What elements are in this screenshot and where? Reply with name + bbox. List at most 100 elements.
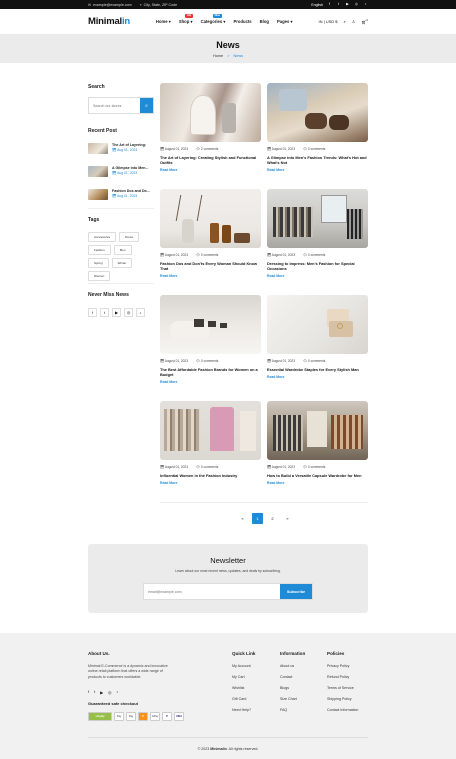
- pagination-next[interactable]: »: [282, 513, 293, 524]
- footer-link-blogs[interactable]: Blogs: [280, 686, 289, 690]
- tag-winter[interactable]: Winter: [111, 258, 133, 268]
- post-title[interactable]: Essential Wardrobe Staples for Every Sty…: [267, 367, 368, 372]
- currency-select[interactable]: IN | USD $: [318, 19, 337, 24]
- email-info[interactable]: ✉ example@example.com: [88, 3, 132, 7]
- read-more-link[interactable]: Read More: [267, 481, 368, 485]
- tiktok-icon[interactable]: ♪: [116, 690, 118, 695]
- tiktok-icon[interactable]: ♪: [363, 2, 368, 7]
- read-more-link[interactable]: Read More: [160, 380, 261, 384]
- calendar-icon: 📅︎ August 01, 2023: [267, 465, 295, 469]
- read-more-link[interactable]: Read More: [160, 274, 261, 278]
- footer-link-wishlist[interactable]: Wishlist: [232, 686, 244, 690]
- tag-accessories[interactable]: Accessories: [88, 232, 117, 242]
- twitter-icon[interactable]: t: [94, 690, 95, 695]
- footer-link-gift-card[interactable]: Gift Card: [232, 697, 246, 701]
- post-image[interactable]: [160, 189, 261, 248]
- post-image[interactable]: [267, 401, 368, 460]
- youtube-icon[interactable]: ▶: [100, 690, 103, 695]
- tiktok-icon[interactable]: ♪: [136, 308, 145, 317]
- page-banner: News Home > News: [0, 34, 456, 63]
- footer-link-faq[interactable]: FAQ: [280, 708, 287, 712]
- post-comments: 0 comments: [200, 253, 219, 257]
- instagram-icon[interactable]: ◎: [108, 690, 111, 695]
- recent-post-item[interactable]: A Glimpse into Men... 📅︎ Aug 01, 2023: [88, 166, 154, 177]
- recent-post-item[interactable]: The Art of Layering: 📅︎ Aug 01, 2023: [88, 143, 154, 154]
- post-date: August 01, 2023: [271, 359, 295, 363]
- calendar-icon: 📅︎ August 01, 2023: [267, 147, 295, 151]
- post-title[interactable]: A Glimpse into Men's Fashion Trends: Wha…: [267, 155, 368, 165]
- tag-spring[interactable]: Spring: [88, 258, 109, 268]
- footer-link-shipping-policy[interactable]: Shipping Policy: [327, 697, 352, 701]
- footer-link-contact-information[interactable]: Contact Information: [327, 708, 358, 712]
- nav-blog[interactable]: Blog: [260, 19, 269, 24]
- read-more-link[interactable]: Read More: [267, 168, 368, 172]
- post-title[interactable]: How to Build a Versatile Capsule Wardrob…: [267, 473, 368, 478]
- footer-link-my-account[interactable]: My Account: [232, 664, 251, 668]
- language-select[interactable]: English: [311, 3, 323, 7]
- cart-icon[interactable]: 🛒︎0: [361, 18, 368, 24]
- read-more-link[interactable]: Read More: [160, 168, 261, 172]
- tag-women[interactable]: Women: [88, 271, 111, 281]
- search-icon[interactable]: ⌕: [344, 19, 346, 24]
- footer-link-about-us[interactable]: About us: [280, 664, 294, 668]
- footer-about-heading: About Us.: [88, 651, 110, 656]
- post-image[interactable]: [160, 83, 261, 142]
- read-more-link[interactable]: Read More: [267, 274, 368, 278]
- post-title[interactable]: Fashion Dos and Don'ts Every Woman Shoul…: [160, 261, 261, 271]
- tag-fashion[interactable]: Fashion: [88, 245, 111, 255]
- facebook-icon[interactable]: f: [327, 2, 332, 7]
- newsletter-title: Newsletter: [210, 556, 246, 565]
- post-image[interactable]: [267, 295, 368, 354]
- post-title[interactable]: The Best Affordable Fashion Brands for W…: [160, 367, 261, 377]
- footer-link-terms-of-service[interactable]: Terms of Service: [327, 686, 354, 690]
- footer-link-contact[interactable]: Contact: [280, 675, 292, 679]
- comment-icon: 💬︎ 0 comments: [302, 147, 326, 151]
- post-title[interactable]: The Art of Layering: Creating Stylish an…: [160, 155, 261, 165]
- nav-pages[interactable]: Pages ▾: [277, 19, 293, 24]
- tag-men[interactable]: Men: [113, 245, 132, 255]
- read-more-link[interactable]: Read More: [160, 481, 261, 485]
- breadcrumb: Home > News: [0, 54, 456, 58]
- tag-dress[interactable]: Dress: [119, 232, 140, 242]
- post-meta: 📅︎ August 01, 2023 💬︎ 0 comments: [267, 465, 368, 469]
- post-meta: 📅︎ August 01, 2023 💬︎ 0 comments: [160, 359, 261, 363]
- nav-shop[interactable]: Shop ▾ Hot: [179, 14, 194, 24]
- site-logo[interactable]: Minimalin: [88, 16, 130, 27]
- twitter-icon[interactable]: t: [336, 2, 341, 7]
- post-title[interactable]: Dressing to Impress: Men's Fashion for S…: [267, 261, 368, 271]
- nav-products[interactable]: Products: [233, 19, 251, 24]
- search-input[interactable]: [89, 98, 140, 113]
- instagram-icon[interactable]: ◎: [124, 308, 133, 317]
- footer-link-need-help[interactable]: Need Help?: [232, 708, 251, 712]
- facebook-icon[interactable]: f: [88, 690, 89, 695]
- youtube-icon[interactable]: ▶: [345, 2, 350, 7]
- search-button[interactable]: ⌕: [140, 98, 153, 113]
- newsletter-email-input[interactable]: [144, 584, 280, 599]
- footer-link-my-cart[interactable]: My Cart: [232, 675, 245, 679]
- breadcrumb-home[interactable]: Home: [213, 54, 223, 58]
- nav-categories[interactable]: Categories ▾ New: [201, 14, 225, 24]
- post-image[interactable]: [267, 189, 368, 248]
- youtube-icon[interactable]: ▶: [112, 308, 121, 317]
- nav-home[interactable]: Home ▾: [156, 19, 171, 24]
- instagram-icon[interactable]: ◎: [354, 2, 359, 7]
- footer-link-size-chart[interactable]: Size Chart: [280, 697, 297, 701]
- post-image[interactable]: [160, 295, 261, 354]
- copyright-brand[interactable]: Minimalin: [210, 747, 227, 751]
- pagination-page-1[interactable]: 1: [252, 513, 263, 524]
- pagination-prev[interactable]: «: [237, 513, 248, 524]
- footer-link-privacy-policy[interactable]: Privacy Policy: [327, 664, 349, 668]
- post-image[interactable]: [267, 83, 368, 142]
- facebook-icon[interactable]: f: [88, 308, 97, 317]
- footer-link-refund-policy[interactable]: Refund Policy: [327, 675, 349, 679]
- apple-pay-icon: Pay: [114, 712, 124, 721]
- subscribe-button[interactable]: Subscribe: [280, 584, 312, 599]
- recent-post-item[interactable]: Fashion Dos and Do... 📅︎ Aug 01, 2023: [88, 189, 154, 200]
- read-more-link[interactable]: Read More: [267, 375, 368, 379]
- pagination-page-2[interactable]: 2: [267, 513, 278, 524]
- comment-icon: 💬︎ 2 comments: [195, 147, 219, 151]
- twitter-icon[interactable]: t: [100, 308, 109, 317]
- post-title[interactable]: Influential Women in the Fashion Industr…: [160, 473, 261, 478]
- user-icon[interactable]: ♙: [352, 19, 356, 24]
- post-image[interactable]: [160, 401, 261, 460]
